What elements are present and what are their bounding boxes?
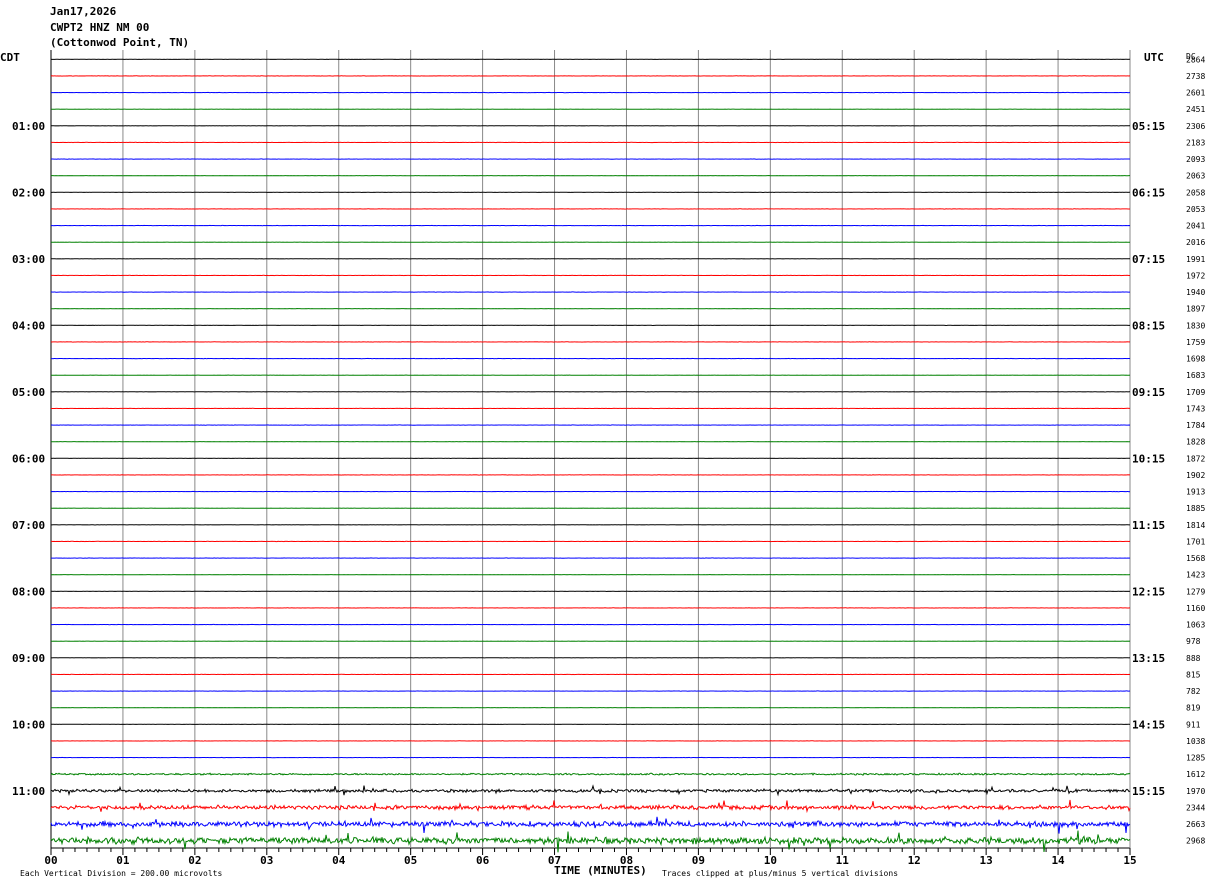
dc-value-label: 1784: [1186, 421, 1205, 430]
dc-value-label: 911: [1186, 720, 1201, 729]
x-tick-label: 03: [260, 854, 273, 867]
x-tick-label: 05: [404, 854, 417, 867]
dc-value-label: 1828: [1186, 438, 1205, 447]
dc-value-label: 1970: [1186, 787, 1205, 796]
dc-value-label: 1991: [1186, 255, 1205, 264]
x-tick-label: 04: [332, 854, 346, 867]
dc-value-label: 1063: [1186, 621, 1205, 630]
dc-value-label: 1701: [1186, 537, 1205, 546]
right-hour-label: 13:15: [1132, 652, 1165, 665]
dc-value-label: 1897: [1186, 305, 1205, 314]
dc-value-label: 1759: [1186, 338, 1205, 347]
left-hour-label: 05:00: [12, 386, 45, 399]
seismic-trace: [50, 784, 1131, 797]
x-tick-label: 10: [764, 854, 777, 867]
dc-value-label: 2738: [1186, 72, 1205, 81]
dc-value-label: 782: [1186, 687, 1201, 696]
right-hour-label: 10:15: [1132, 452, 1165, 465]
dc-value-label: 2601: [1186, 89, 1205, 98]
x-tick-label: 13: [980, 854, 993, 867]
dc-value-label: 1683: [1186, 371, 1205, 380]
dc-value-label: 888: [1186, 654, 1201, 663]
dc-value-label: 815: [1186, 670, 1201, 679]
left-timezone-label: CDT: [0, 51, 20, 64]
dc-value-label: 1698: [1186, 355, 1205, 364]
dc-value-label: 1872: [1186, 454, 1205, 463]
seismic-trace: [50, 799, 1131, 814]
seismic-trace: [50, 772, 1131, 776]
right-hour-label: 07:15: [1132, 253, 1165, 266]
dc-value-label: 2968: [1186, 837, 1205, 846]
right-hour-label: 09:15: [1132, 386, 1165, 399]
dc-value-label: 1279: [1186, 587, 1205, 596]
x-tick-label: 09: [692, 854, 705, 867]
seismic-trace: [50, 816, 1131, 834]
x-tick-label: 01: [116, 854, 130, 867]
left-hour-label: 10:00: [12, 718, 45, 731]
dc-value-label: 1568: [1186, 554, 1205, 563]
x-tick-label: 15: [1123, 854, 1136, 867]
x-tick-label: 14: [1051, 854, 1065, 867]
helicorder-plot: 00 01 02 03 04 05 06 07 08 09 10 11 12 13 14 1528642738…: [0, 50, 1205, 878]
left-hour-label: 11:00: [12, 785, 45, 798]
clip-note: Traces clipped at plus/minus 5 vertical …: [662, 869, 898, 878]
dc-value-label: 2093: [1186, 155, 1205, 164]
dc-value-label: 2451: [1186, 105, 1205, 114]
right-hour-label: 06:15: [1132, 186, 1165, 199]
dc-value-label: 1160: [1186, 604, 1205, 613]
left-hour-label: 07:00: [12, 519, 45, 532]
x-tick-label: 06: [476, 854, 490, 867]
dc-value-label: 2063: [1186, 172, 1205, 181]
right-hour-label: 15:15: [1132, 785, 1165, 798]
x-axis-title: TIME (MINUTES): [554, 864, 647, 877]
right-hour-label: 12:15: [1132, 585, 1165, 598]
dc-value-label: 2306: [1186, 122, 1205, 131]
left-hour-label: 01:00: [12, 120, 45, 133]
x-tick-label: 12: [908, 854, 921, 867]
dc-value-label: 1038: [1186, 737, 1205, 746]
left-hour-label: 09:00: [12, 652, 45, 665]
dc-value-label: 1423: [1186, 571, 1205, 580]
right-hour-label: 08:15: [1132, 319, 1165, 332]
trace-group: [50, 58, 1131, 853]
x-tick-label: 11: [836, 854, 850, 867]
dc-value-label: 2663: [1186, 820, 1205, 829]
right-hour-label: 05:15: [1132, 120, 1165, 133]
dc-value-label: 1612: [1186, 770, 1205, 779]
left-hour-label: 08:00: [12, 585, 45, 598]
x-tick-label: 02: [188, 854, 201, 867]
dc-value-label: 1743: [1186, 404, 1205, 413]
dc-value-label: 2053: [1186, 205, 1205, 214]
dc-value-label: 1814: [1186, 521, 1205, 530]
dc-value-label: 2344: [1186, 803, 1205, 812]
left-hour-label: 04:00: [12, 319, 45, 332]
right-timezone-label: UTC: [1144, 51, 1164, 64]
dc-value-label: 1972: [1186, 271, 1205, 280]
dc-value-label: 819: [1186, 704, 1201, 713]
dc-value-label: 1285: [1186, 754, 1205, 763]
x-tick-label: 00: [44, 854, 57, 867]
dc-value-label: 1913: [1186, 488, 1205, 497]
dc-value-label: 1830: [1186, 321, 1205, 330]
right-hour-label: 11:15: [1132, 519, 1165, 532]
left-hour-label: 03:00: [12, 253, 45, 266]
scale-note: Each Vertical Division = 200.00 microvol…: [20, 869, 222, 878]
left-hour-label: 02:00: [12, 186, 45, 199]
dc-value-label: 1885: [1186, 504, 1205, 513]
dc-value-label: 2016: [1186, 238, 1205, 247]
dc-value-label: 2058: [1186, 188, 1205, 197]
dc-column-label: DC: [1186, 52, 1196, 61]
dc-value-label: 1902: [1186, 471, 1205, 480]
dc-value-label: 1940: [1186, 288, 1205, 297]
dc-value-label: 978: [1186, 637, 1201, 646]
dc-value-label: 2041: [1186, 222, 1205, 231]
plot-grid: [50, 50, 1131, 855]
left-hour-label: 06:00: [12, 452, 45, 465]
dc-value-label: 1709: [1186, 388, 1205, 397]
dc-value-label: 2183: [1186, 138, 1205, 147]
right-hour-label: 14:15: [1132, 718, 1165, 731]
label-group: 00 01 02 03 04 05 06 07 08 09 10 11 12 13 14 1528642738…: [12, 55, 1205, 867]
